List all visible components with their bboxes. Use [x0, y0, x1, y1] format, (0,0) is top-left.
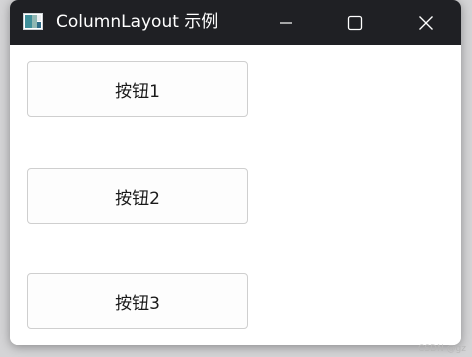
- app-window-icon: [23, 13, 43, 30]
- button-3[interactable]: 按钮3: [27, 273, 248, 329]
- window-title: ColumnLayout 示例: [56, 12, 219, 32]
- close-button[interactable]: [393, 0, 459, 45]
- maximize-icon: [347, 15, 363, 30]
- button-2[interactable]: 按钮2: [27, 168, 248, 224]
- button-1[interactable]: 按钮1: [27, 61, 248, 117]
- minimize-button[interactable]: [253, 0, 319, 45]
- column-layout: 按钮1 按钮2 按钮3: [10, 45, 461, 345]
- maximize-button[interactable]: [322, 0, 388, 45]
- title-bar[interactable]: ColumnLayout 示例: [10, 0, 461, 45]
- watermark: CSDN @gz: [418, 344, 466, 354]
- minimize-icon: [280, 21, 292, 24]
- app-window: ColumnLayout 示例 按钮1 按钮2 按钮3: [10, 0, 461, 345]
- close-icon: [419, 15, 433, 30]
